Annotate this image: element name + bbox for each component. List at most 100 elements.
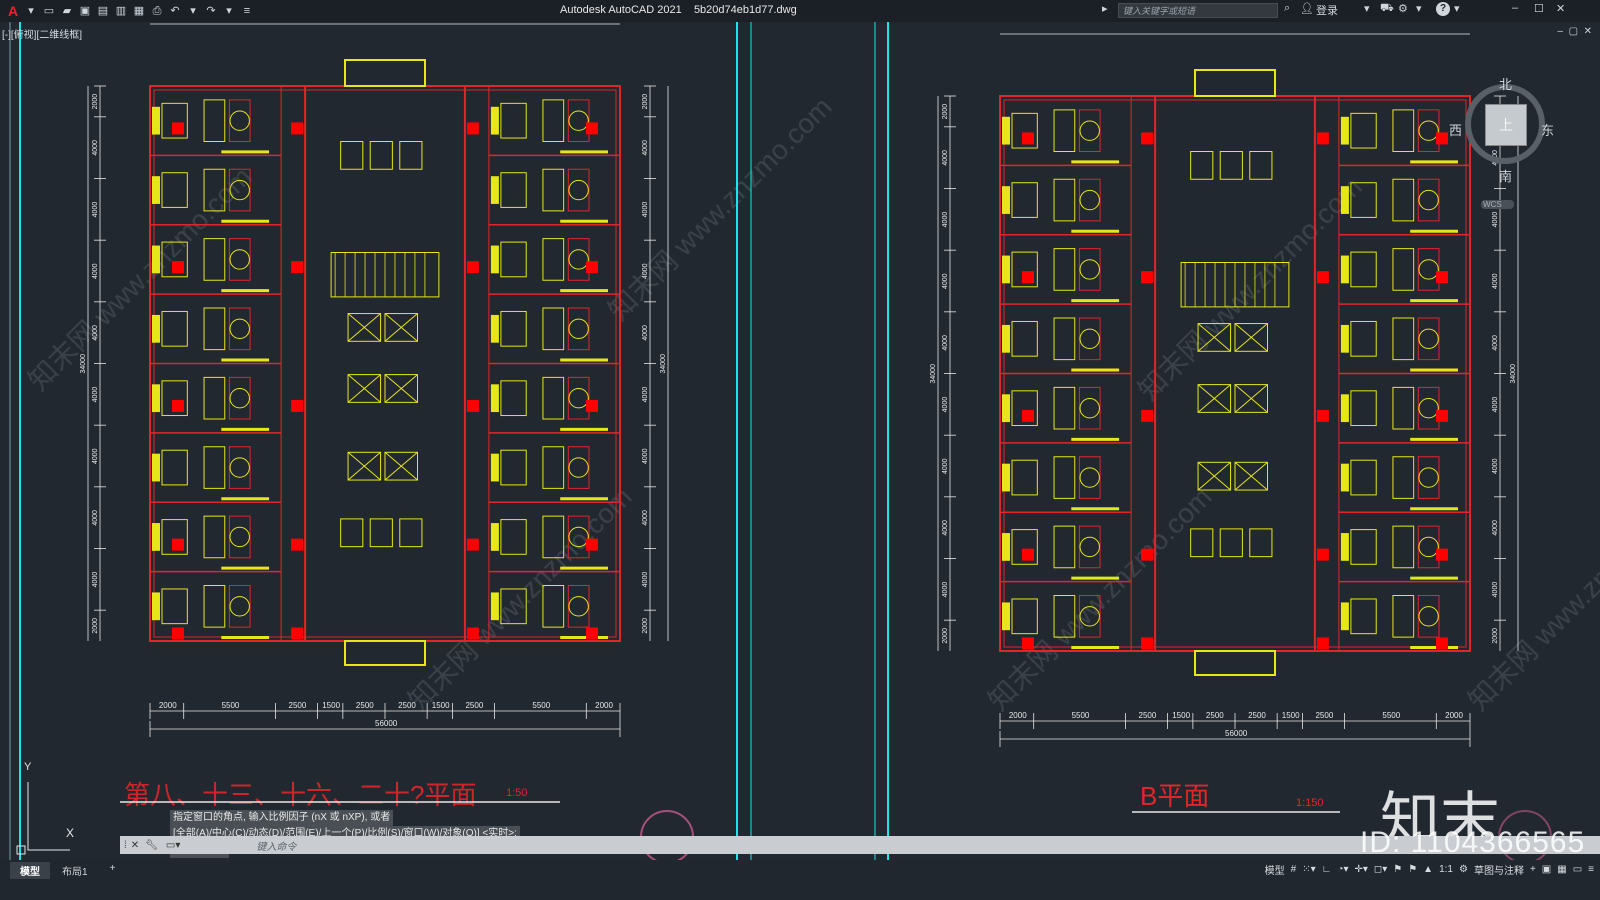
- compass-south[interactable]: 南: [1499, 166, 1512, 185]
- undo-dropdown-icon[interactable]: ▾: [186, 4, 200, 18]
- toilet-fixture: [229, 596, 250, 617]
- recent-commands-icon[interactable]: ▭▾: [166, 840, 180, 851]
- polar-icon[interactable]: ◔▾: [1337, 864, 1348, 875]
- dimension-label: 4000: [642, 387, 649, 403]
- cart-icon[interactable]: ⛟: [1380, 2, 1394, 16]
- login-link[interactable]: 登录: [1316, 2, 1338, 18]
- workspace-switch[interactable]: 草图与注释: [1474, 862, 1524, 877]
- compass-west[interactable]: 西: [1449, 120, 1462, 139]
- dimension-label: 2500: [1206, 711, 1224, 720]
- dimension-label: 4000: [92, 202, 99, 218]
- maximize-icon[interactable]: ☐: [1534, 2, 1544, 15]
- model-space-button[interactable]: 模型: [1265, 862, 1285, 877]
- viewcube-top-face[interactable]: 上: [1485, 104, 1527, 146]
- annotation-monitor-icon[interactable]: +: [1530, 864, 1536, 875]
- dimension-label: 4000: [1492, 335, 1499, 351]
- bath-fixture: [1053, 386, 1076, 430]
- autocad-logo-icon[interactable]: A: [6, 4, 20, 18]
- structural-column: [1141, 271, 1154, 284]
- isolate-objects-icon[interactable]: ▣: [1542, 864, 1551, 875]
- drawing-viewport[interactable]: 知末网 www.znzmo.com 知末网 www.znzmo.com 知末网 ww…: [0, 22, 1600, 860]
- autodesk-app-icon[interactable]: ⚙: [1398, 2, 1408, 15]
- new-file-icon[interactable]: ▭: [42, 4, 56, 18]
- help-dropdown-icon[interactable]: ▾: [1454, 2, 1460, 15]
- window-fixture: [1340, 116, 1349, 145]
- clean-screen-icon[interactable]: ▭: [1573, 864, 1582, 875]
- publish-icon[interactable]: ▦: [132, 4, 146, 18]
- help-icon[interactable]: ?: [1436, 2, 1450, 16]
- osnap-tracking-icon[interactable]: ✛▾: [1355, 864, 1368, 875]
- grid-icon[interactable]: #: [1291, 864, 1297, 875]
- save-icon[interactable]: ▣: [78, 4, 92, 18]
- core-fixture: [1249, 151, 1273, 180]
- user-icon[interactable]: 👤︎: [1300, 2, 1314, 15]
- cad-canvas[interactable]: 知末网 www.znzmo.com 知末网 www.znzmo.com 知末网 ww…: [0, 22, 1600, 860]
- tab-model[interactable]: 模型: [10, 862, 50, 879]
- print-icon[interactable]: ⎙: [150, 4, 164, 18]
- structural-column: [1316, 409, 1329, 422]
- bath-fixture: [542, 307, 565, 351]
- customize-icon[interactable]: ≡: [240, 4, 254, 18]
- wcs-menu[interactable]: WCS: [1481, 200, 1514, 209]
- annotation-visibility-icon[interactable]: ⚑: [1393, 864, 1402, 875]
- compass-north[interactable]: 北: [1499, 74, 1512, 93]
- toilet-fixture: [568, 318, 589, 340]
- structural-column: [172, 261, 184, 274]
- structural-column: [1022, 409, 1034, 422]
- hardware-accel-icon[interactable]: ▦: [1557, 864, 1566, 875]
- auto-scale-icon[interactable]: ⚑: [1408, 864, 1417, 875]
- command-close-icon[interactable]: ✕: [131, 840, 139, 851]
- dimension-label: 4000: [942, 397, 949, 413]
- close-drawing-icon[interactable]: ✕: [1584, 26, 1592, 37]
- login-dropdown-icon[interactable]: ▾: [1364, 2, 1370, 15]
- dimension-label: 4000: [642, 140, 649, 156]
- web-open-icon[interactable]: ▥: [114, 4, 128, 18]
- viewport-label[interactable]: [-][俯视][二维线框]: [2, 26, 82, 41]
- compass-east[interactable]: 东: [1541, 120, 1554, 139]
- app-dropdown-icon[interactable]: ▾: [1416, 2, 1422, 15]
- redo-icon[interactable]: ↷: [204, 4, 218, 18]
- watermark-text: 知末网 www.znzmo.com: [1132, 171, 1367, 406]
- snap-icon[interactable]: ⁙▾: [1302, 864, 1315, 875]
- bath-fixture: [1053, 178, 1076, 222]
- save-as-icon[interactable]: ▤: [96, 4, 110, 18]
- dimension-label: 4000: [1492, 212, 1499, 228]
- command-history-line: 指定窗口的角点, 输入比例因子 (nX 或 nXP), 或者: [170, 810, 394, 826]
- bed-fixture: [1350, 598, 1377, 635]
- maximize-drawing-icon[interactable]: ▢: [1569, 26, 1578, 37]
- window-fixture: [1002, 394, 1010, 423]
- toilet-fixture: [1079, 259, 1100, 280]
- dimension-label: 2000: [92, 618, 99, 634]
- dimension-label: 4000: [92, 140, 99, 156]
- structural-column: [466, 399, 479, 412]
- search-input[interactable]: 键入关键字或短语: [1118, 3, 1278, 18]
- ortho-icon[interactable]: ∟: [1322, 864, 1332, 875]
- bathroom-wall: [567, 376, 590, 420]
- minimize-icon[interactable]: –: [1512, 2, 1518, 14]
- object-snap-icon[interactable]: ◻▾: [1374, 864, 1387, 875]
- add-layout-button[interactable]: +: [100, 862, 126, 879]
- search-arrow-icon[interactable]: ▸: [1102, 2, 1108, 15]
- close-icon[interactable]: ✕: [1556, 2, 1565, 15]
- bathroom-wall: [228, 376, 251, 420]
- workspace-gear-icon[interactable]: ⚙: [1459, 864, 1468, 875]
- balcony: [344, 59, 426, 87]
- tab-layout1[interactable]: 布局1: [52, 862, 98, 879]
- customization-menu-icon[interactable]: ≡: [1588, 864, 1594, 875]
- redo-dropdown-icon[interactable]: ▾: [222, 4, 236, 18]
- dropdown-icon[interactable]: ▾: [24, 4, 38, 18]
- command-customize-icon[interactable]: 🔧︎: [145, 840, 158, 851]
- toilet-fixture: [229, 526, 250, 548]
- restore-drawing-icon[interactable]: –: [1557, 26, 1563, 37]
- annotation-scale-value[interactable]: 1:1: [1439, 864, 1453, 875]
- undo-icon[interactable]: ↶: [168, 4, 182, 18]
- open-folder-icon[interactable]: ▰: [60, 4, 74, 18]
- bed-fixture: [161, 310, 188, 347]
- toilet-fixture: [1418, 397, 1439, 419]
- bed-fixture: [1011, 598, 1038, 635]
- search-icon[interactable]: ⌕: [1284, 2, 1290, 15]
- command-input[interactable]: 键入命令: [256, 838, 296, 853]
- annotation-scale-icon[interactable]: ▲: [1423, 864, 1433, 875]
- command-grip-icon[interactable]: ⁞: [124, 840, 127, 851]
- viewcube[interactable]: 上 北 南 西 东 WCS: [1449, 74, 1555, 209]
